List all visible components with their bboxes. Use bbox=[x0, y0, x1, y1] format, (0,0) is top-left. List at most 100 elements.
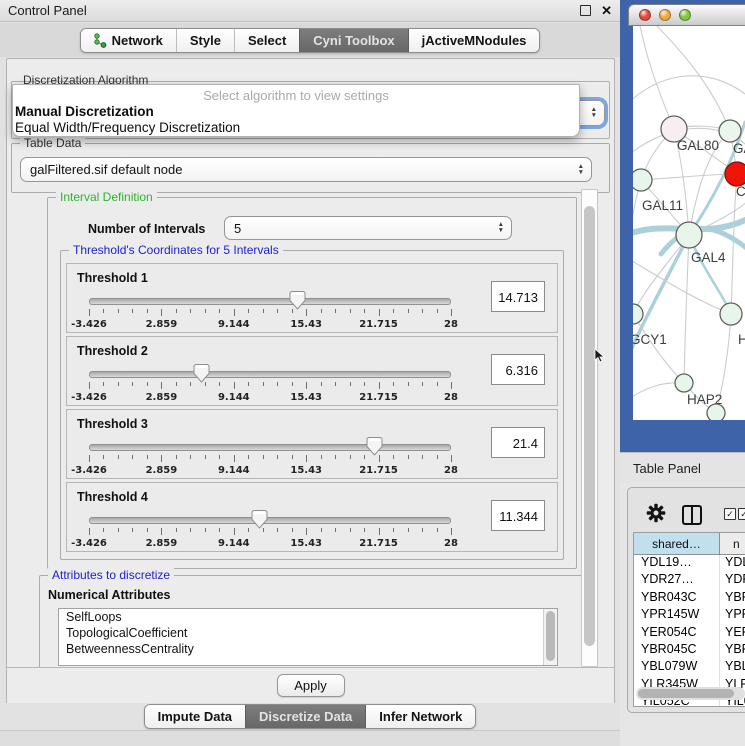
tick-mark bbox=[321, 309, 322, 313]
slider-track[interactable] bbox=[89, 298, 451, 305]
tab-label: Select bbox=[248, 33, 286, 48]
network-canvas[interactable]: GAL80GACGAL11GAL4GCY1HHAP2 bbox=[633, 26, 745, 420]
network-node-ga[interactable] bbox=[719, 120, 741, 142]
tick-mark bbox=[147, 455, 148, 459]
network-node-hap2[interactable] bbox=[675, 374, 693, 392]
float-window-icon[interactable] bbox=[580, 5, 591, 16]
attribute-item-betweennesscentrality[interactable]: BetweennessCentrality bbox=[59, 641, 557, 657]
column-header-name[interactable]: n bbox=[720, 533, 745, 554]
mac-zoom-button[interactable] bbox=[679, 9, 691, 21]
attribute-item-topologicalcoefficient[interactable]: TopologicalCoefficient bbox=[59, 625, 557, 641]
tick-mark bbox=[89, 455, 90, 462]
slider-thumb[interactable] bbox=[289, 290, 306, 315]
tick-mark bbox=[161, 382, 162, 389]
algorithm-option-equal-width-frequency-discretization[interactable]: Equal Width/Frequency Discretization bbox=[13, 119, 579, 135]
threshold-value-field[interactable]: 21.4 bbox=[491, 427, 545, 458]
slider-thumb[interactable] bbox=[193, 363, 210, 388]
tick-mark bbox=[234, 528, 235, 535]
table-row[interactable]: YER054CYER0 bbox=[634, 625, 745, 642]
network-node-h[interactable] bbox=[720, 303, 742, 325]
checkbox-icon[interactable]: ✓ bbox=[738, 508, 745, 520]
algorithm-option-manual-discretization[interactable]: Manual Discretization bbox=[13, 103, 579, 119]
tick-mark bbox=[335, 309, 336, 313]
algorithm-popup-options: Manual DiscretizationEqual Width/Frequen… bbox=[13, 103, 579, 135]
network-node-label: GAL80 bbox=[677, 138, 719, 153]
table-row[interactable]: YDR27…YDR2 bbox=[634, 572, 745, 589]
panel-scrollbar[interactable] bbox=[581, 189, 598, 667]
network-node-gal11[interactable] bbox=[633, 169, 652, 191]
table-row[interactable]: YDL19…YDL1 bbox=[634, 555, 745, 572]
apply-row: Apply bbox=[7, 667, 614, 704]
threshold-value-field[interactable]: 14.713 bbox=[491, 281, 545, 312]
tab-discretize-data[interactable]: Discretize Data bbox=[245, 705, 365, 728]
table-row[interactable]: YBR045CYBR0 bbox=[634, 642, 745, 659]
network-node-gal4[interactable] bbox=[676, 222, 702, 248]
threshold-value-field[interactable]: 6.316 bbox=[491, 354, 545, 385]
attribute-item-selfloops[interactable]: SelfLoops bbox=[59, 609, 557, 625]
slider-thumb[interactable] bbox=[251, 509, 268, 534]
tick-mark bbox=[306, 528, 307, 535]
gear-icon[interactable] bbox=[646, 503, 666, 523]
control-panel-titlebar: Control Panel ✕ bbox=[0, 0, 620, 22]
tab-style[interactable]: Style bbox=[176, 29, 234, 52]
tab-label: Impute Data bbox=[158, 709, 232, 724]
tab-cyni-toolbox[interactable]: Cyni Toolbox bbox=[299, 29, 407, 52]
tick-mark bbox=[118, 528, 119, 532]
network-node[interactable] bbox=[707, 404, 725, 420]
tab-infer-network[interactable]: Infer Network bbox=[365, 705, 475, 728]
tick-mark bbox=[103, 455, 104, 459]
slider-tick-labels: -3.4262.8599.14415.4321.71528 bbox=[89, 392, 451, 403]
tab-jactivemnodules[interactable]: jActiveMNodules bbox=[408, 29, 540, 52]
tab-select[interactable]: Select bbox=[234, 29, 299, 52]
mac-minimize-button[interactable] bbox=[659, 9, 671, 21]
close-icon[interactable]: ✕ bbox=[601, 4, 612, 17]
tick-mark bbox=[393, 528, 394, 532]
table-body: YDL19…YDL1YDR27…YDR2YBR043CYBR0YPR145WYP… bbox=[634, 555, 745, 707]
network-view-window: GAL80GACGAL11GAL4GCY1HHAP2 bbox=[620, 0, 745, 452]
slider-track[interactable] bbox=[89, 444, 451, 451]
threshold-label: Threshold 3 bbox=[77, 417, 148, 431]
tick-mark bbox=[103, 309, 104, 313]
tick-mark bbox=[248, 309, 249, 313]
tick-mark bbox=[437, 528, 438, 532]
column-layout-icon[interactable] bbox=[682, 505, 702, 525]
tab-network[interactable]: Network bbox=[81, 29, 176, 52]
tab-impute-data[interactable]: Impute Data bbox=[145, 705, 245, 728]
column-header-shared-name[interactable]: shared… bbox=[634, 533, 720, 554]
attributes-scrollbar[interactable] bbox=[543, 609, 557, 665]
network-edge bbox=[684, 235, 689, 383]
tick-label: 2.859 bbox=[146, 465, 178, 476]
network-graph: GAL80GACGAL11GAL4GCY1HHAP2 bbox=[633, 26, 745, 420]
slider-track[interactable] bbox=[89, 371, 451, 378]
slider-ticks bbox=[89, 309, 451, 317]
table-data-combo[interactable]: galFiltered.sif default node ▲▼ bbox=[20, 157, 592, 182]
table-horizontal-scrollbar[interactable] bbox=[636, 687, 745, 700]
tick-mark bbox=[219, 455, 220, 459]
network-edge bbox=[633, 314, 684, 383]
tick-mark bbox=[103, 382, 104, 386]
network-node-gcy1[interactable] bbox=[633, 304, 643, 324]
tick-mark bbox=[364, 309, 365, 313]
checkbox-icon[interactable]: ✓ bbox=[724, 508, 736, 520]
cell-name: YBL0 bbox=[720, 659, 745, 676]
mac-close-button[interactable] bbox=[639, 9, 651, 21]
threshold-value-field[interactable]: 11.344 bbox=[491, 500, 545, 531]
apply-button[interactable]: Apply bbox=[277, 674, 345, 697]
network-node-label: GA bbox=[733, 141, 745, 156]
tick-mark bbox=[118, 455, 119, 459]
table-row[interactable]: YPR145WYPR1 bbox=[634, 607, 745, 624]
tick-mark bbox=[277, 528, 278, 532]
network-node-c[interactable] bbox=[725, 162, 745, 186]
number-of-intervals-combo[interactable]: 5 ▲▼ bbox=[224, 216, 512, 240]
table-row[interactable]: YBR043CYBR0 bbox=[634, 590, 745, 607]
tick-mark bbox=[422, 382, 423, 386]
network-window-titlebar[interactable] bbox=[628, 4, 745, 26]
control-panel-tabrow: NetworkStyle Select Cyni ToolboxjActiveMNo… bbox=[0, 23, 620, 57]
slider-ticks bbox=[89, 455, 451, 463]
network-icon bbox=[94, 33, 107, 48]
numerical-attributes-list: SelfLoopsTopologicalCoefficientBetweenne… bbox=[58, 608, 558, 666]
tick-label: 21.715 bbox=[359, 319, 398, 330]
table-row[interactable]: YBL079WYBL0 bbox=[634, 659, 745, 676]
slider-thumb[interactable] bbox=[366, 436, 383, 461]
slider-track[interactable] bbox=[89, 517, 451, 524]
